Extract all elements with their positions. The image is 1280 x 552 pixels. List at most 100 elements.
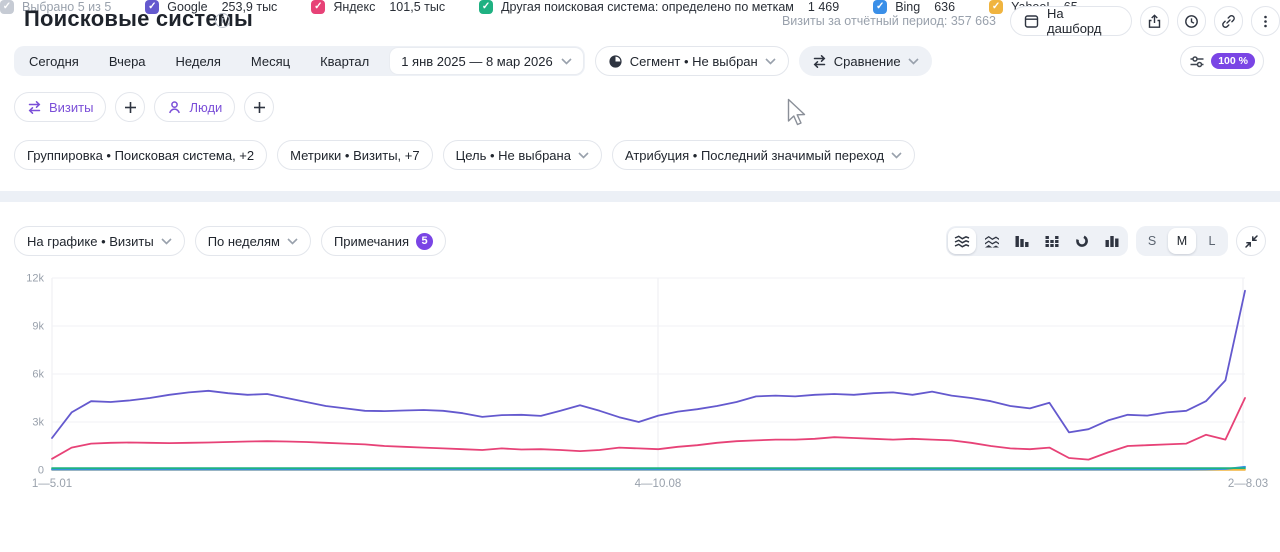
preset-2[interactable]: Вчера	[94, 46, 161, 76]
comparison-selector[interactable]: Сравнение	[799, 46, 932, 76]
share-icon	[1147, 14, 1162, 29]
y-axis-tick-label: 12k	[26, 273, 44, 285]
preset-3[interactable]: Неделя	[161, 46, 236, 76]
legend-value: 1 469	[808, 0, 839, 14]
legend-item[interactable]: ✓ Bing 636	[873, 0, 955, 14]
y-axis-tick-label: 6k	[32, 369, 44, 381]
info-icon[interactable]: i	[215, 13, 230, 28]
chart-type-lines-button[interactable]	[948, 228, 976, 254]
chart-type-bars-button[interactable]	[1008, 228, 1036, 254]
mouse-cursor	[787, 98, 807, 132]
goal-selector[interactable]: Цель • Не выбрана	[443, 140, 602, 170]
preset-1[interactable]: Сегодня	[14, 46, 94, 76]
notes-button[interactable]: Примечания 5	[321, 226, 446, 256]
plus-icon	[124, 101, 137, 114]
segment-pie-icon	[608, 54, 623, 69]
grouping-selector[interactable]: Группировка • Поисковая система, +2	[14, 140, 267, 170]
legend-checkbox[interactable]: ✓	[479, 0, 493, 14]
kebab-menu-icon	[1258, 14, 1273, 29]
clock-icon	[1184, 14, 1199, 29]
visits-summary: Визиты за отчётный период: 357 663	[782, 14, 996, 28]
legend-checkbox[interactable]: ✓	[0, 0, 14, 14]
legend-checkbox[interactable]: ✓	[873, 0, 887, 14]
link-icon	[1221, 14, 1236, 29]
person-icon	[167, 100, 182, 115]
tab-people[interactable]: Люди	[154, 92, 235, 122]
notes-count-badge: 5	[416, 233, 433, 250]
collapse-chart-button[interactable]	[1236, 226, 1266, 256]
chart-type-group	[946, 226, 1128, 256]
visits-icon	[27, 100, 42, 115]
tab-visits[interactable]: Визиты	[14, 92, 106, 122]
line-chart-icon	[954, 234, 970, 248]
legend-item[interactable]: ✓Другая поисковая система: определено по…	[479, 0, 839, 14]
chevron-down-icon	[891, 152, 902, 159]
period-selector[interactable]: По неделям	[195, 226, 311, 256]
chart-size-group: SML	[1136, 226, 1228, 256]
on-chart-metric-selector[interactable]: На графике • Визиты	[14, 226, 185, 256]
sliders-icon	[1189, 54, 1205, 69]
dashboard-icon	[1024, 14, 1039, 29]
sampling-control[interactable]: 100 %	[1180, 46, 1264, 76]
legend-checkbox[interactable]: ✓	[311, 0, 325, 14]
date-range-picker[interactable]: 1 янв 2025 — 8 мар 2026	[390, 48, 583, 74]
metrics-selector[interactable]: Метрики • Визиты, +7	[277, 140, 432, 170]
chevron-down-icon	[908, 58, 919, 65]
date-preset-group: СегодняВчераНеделяМесяцКвартал 1 янв 202…	[14, 46, 585, 76]
attribution-label: Атрибуция • Последний значимый переход	[625, 148, 884, 163]
y-axis-tick-label: 0	[38, 465, 44, 477]
add-visits-metric-button[interactable]	[115, 92, 145, 122]
pie-chart-icon	[1074, 234, 1090, 248]
chevron-down-icon	[287, 238, 298, 245]
tab-people-label: Люди	[189, 100, 222, 115]
comparison-icon	[812, 54, 827, 69]
legend-value: 636	[934, 0, 955, 14]
add-people-metric-button[interactable]	[244, 92, 274, 122]
attribution-selector[interactable]: Атрибуция • Последний значимый переход	[612, 140, 915, 170]
preset-4[interactable]: Месяц	[236, 46, 305, 76]
copy-link-button[interactable]	[1214, 6, 1243, 36]
segment-selector[interactable]: Сегмент • Не выбран	[595, 46, 789, 76]
more-menu-button[interactable]	[1251, 6, 1280, 36]
legend-name: Bing	[895, 0, 920, 14]
comparison-label: Сравнение	[834, 54, 901, 69]
chart-type-pie-button[interactable]	[1068, 228, 1096, 254]
x-axis-tick-label: 2—8.03	[1228, 478, 1268, 490]
column-chart-icon	[1104, 234, 1120, 248]
legend-checkbox[interactable]: ✓	[989, 0, 1003, 14]
legend-item[interactable]: ✓ Яндекс 101,5 тыс	[311, 0, 445, 14]
preset-5[interactable]: Квартал	[305, 46, 384, 76]
plus-icon	[253, 101, 266, 114]
x-axis-tick-label: 4—10.08	[635, 478, 682, 490]
segment-label: Сегмент • Не выбран	[630, 54, 758, 69]
size-button-m[interactable]: M	[1168, 228, 1196, 254]
legend-name: Яндекс	[333, 0, 375, 14]
metrics-label: Метрики • Визиты, +7	[290, 148, 419, 163]
chevron-down-icon	[561, 58, 572, 65]
period-label: По неделям	[208, 234, 280, 249]
chevron-down-icon	[161, 238, 172, 245]
collapse-icon	[1244, 234, 1259, 249]
y-axis-tick-label: 9k	[32, 321, 44, 333]
legend-value: 101,5 тыс	[389, 0, 445, 14]
size-button-l[interactable]: L	[1198, 228, 1226, 254]
chart-type-stacked-bars-button[interactable]	[1038, 228, 1066, 254]
chart-type-columns-button[interactable]	[1098, 228, 1126, 254]
y-axis-tick-label: 3k	[32, 417, 44, 429]
tab-visits-label: Визиты	[49, 100, 93, 115]
dashboard-button[interactable]: На дашборд	[1010, 6, 1132, 36]
line-chart[interactable]: 0 3k 6k 9k 12k 1—5.01 4—10.08 2—8.03	[0, 270, 1280, 505]
section-divider	[0, 191, 1280, 202]
chart-type-areas-button[interactable]	[978, 228, 1006, 254]
on-chart-metric-label: На графике • Визиты	[27, 234, 154, 249]
history-button[interactable]	[1177, 6, 1206, 36]
dashboard-button-label: На дашборд	[1047, 6, 1118, 36]
goal-label: Цель • Не выбрана	[456, 148, 571, 163]
date-range-label: 1 янв 2025 — 8 мар 2026	[401, 54, 553, 69]
size-button-s[interactable]: S	[1138, 228, 1166, 254]
share-button[interactable]	[1140, 6, 1169, 36]
chevron-down-icon	[578, 152, 589, 159]
x-axis-tick-label: 1—5.01	[32, 478, 72, 490]
stacked-bar-chart-icon	[1044, 234, 1060, 248]
bar-chart-icon	[1014, 234, 1030, 248]
